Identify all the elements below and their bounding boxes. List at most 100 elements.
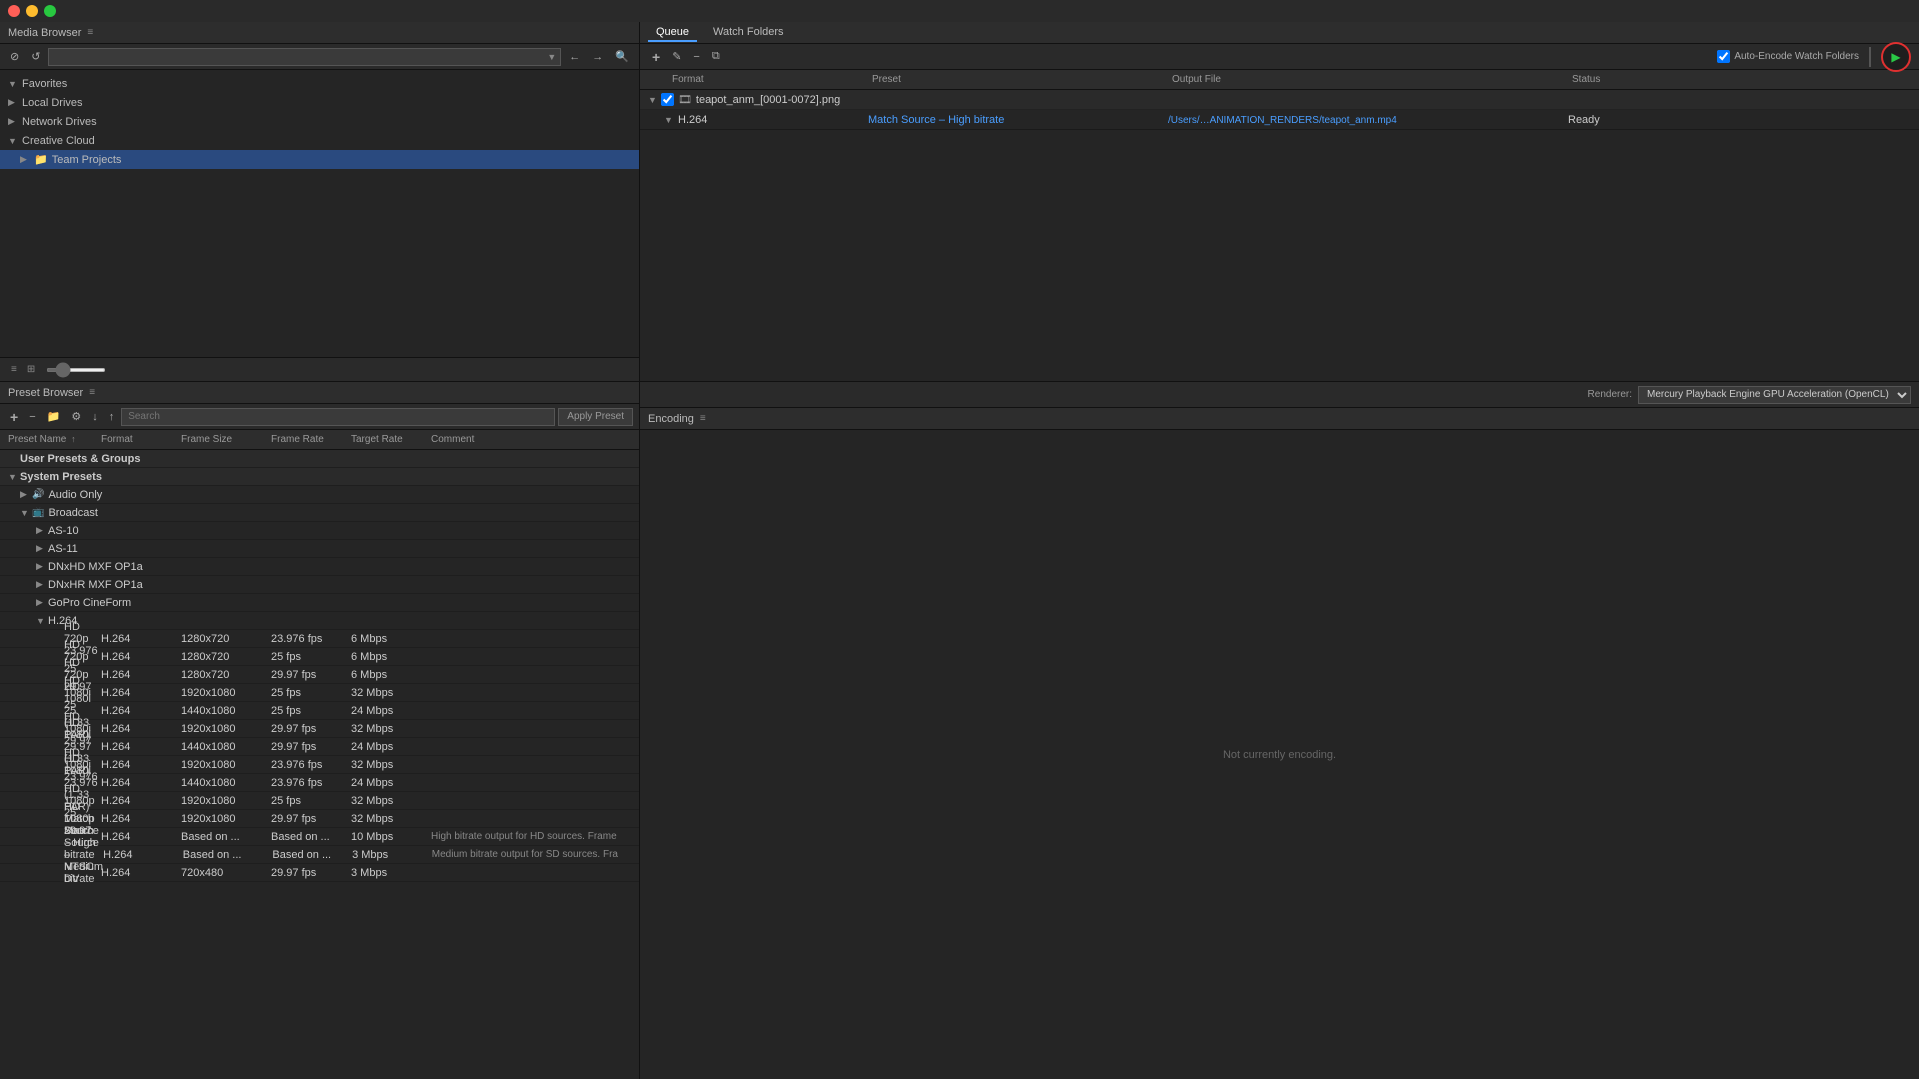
tree-item-team-projects[interactable]: ▶ 📁 Team Projects [0,150,639,169]
preset-browser-header: Preset Browser ≡ [0,382,639,404]
maximize-button[interactable] [44,5,56,17]
media-browser-menu-icon[interactable]: ≡ [87,27,93,38]
encode-button[interactable] [1881,42,1911,72]
chevron-right-icon: ▶ [8,116,20,127]
queue-toolbar-left: + ✎ − ⧉ [648,47,724,67]
chevron-right-icon: ▶ [36,525,48,536]
queue-toolbar: + ✎ − ⧉ Auto-Encode Watch Folders [640,44,1919,70]
tree-item-favorites[interactable]: ▼ Favorites [0,74,639,93]
queue-toolbar-right: Auto-Encode Watch Folders [1717,42,1911,72]
tab-watch-folders[interactable]: Watch Folders [705,24,792,42]
renderer-select[interactable]: Mercury Playback Engine GPU Acceleration… [1638,386,1911,404]
preset-group-as11[interactable]: ▶ AS-11 [0,540,639,558]
encoding-header: Encoding ≡ [640,408,1919,430]
preset-import-button[interactable]: ↓ [88,409,102,425]
chevron-right-icon: ▶ [36,597,48,608]
zoom-slider-container [46,368,106,372]
gopro-label: GoPro CineForm [48,597,631,609]
auto-encode-label[interactable]: Auto-Encode Watch Folders [1717,50,1859,63]
tree-item-creative-cloud[interactable]: ▼ Creative Cloud [0,131,639,150]
preset-link[interactable]: Match Source – High bitrate [868,114,1004,126]
folder-icon: 📁 [34,153,48,166]
output-file-link[interactable]: /Users/…ANIMATION_RENDERS/teapot_anm.mp4 [1168,115,1397,126]
chevron-right-icon: ▶ [36,561,48,572]
nav-forward-button[interactable]: → [588,49,607,65]
sort-arrow-icon: ↑ [71,434,76,444]
preset-search-input[interactable] [121,408,555,426]
col-preset-name-header: Preset Name ↑ [8,434,101,445]
preset-toolbar: + − 📁 ⚙ ↓ ↑ Apply Preset [0,404,639,430]
col-preset-header: Preset [872,74,1172,85]
auto-encode-text: Auto-Encode Watch Folders [1734,51,1859,62]
search-button[interactable]: 🔍 [611,48,633,65]
media-file-tree: ▼ Favorites ▶ Local Drives ▶ Network Dri… [0,70,639,357]
chevron-right-icon: ▶ [20,489,32,500]
auto-encode-checkbox[interactable] [1717,50,1730,63]
path-dropdown[interactable]: ▼ [48,48,561,66]
preset-browser-menu-icon[interactable]: ≡ [89,387,95,398]
encoding-menu-icon[interactable]: ≡ [700,413,706,424]
creative-cloud-label: Creative Cloud [22,135,95,147]
zoom-slider[interactable] [46,368,106,372]
queue-filename: teapot_anm_[0001-0072].png [696,94,840,106]
refresh-button[interactable]: ↺ [27,48,44,65]
close-button[interactable] [8,5,20,17]
queue-list: ▼ 🎞 teapot_anm_[0001-0072].png ▼ H.264 M… [640,90,1919,381]
h264-label: H.264 [48,615,631,627]
file-icon: 🎞 [678,93,692,106]
preset-group-audio-only[interactable]: ▶ 🔊 Audio Only [0,486,639,504]
sub-output: /Users/…ANIMATION_RENDERS/teapot_anm.mp4 [1168,114,1568,126]
as11-label: AS-11 [48,543,631,555]
preset-browser-panel: Preset Browser ≡ + − 📁 ⚙ ↓ ↑ Apply Prese… [0,382,640,1079]
preset-ntsc-dv[interactable]: NTSC DV H.264 720x480 29.97 fps 3 Mbps [0,864,639,882]
network-drives-label: Network Drives [22,116,97,128]
preset-group-button[interactable]: 📁 [43,408,65,425]
queue-edit-button[interactable]: ✎ [668,48,685,65]
preset-group-dnxhr[interactable]: ▶ DNxHR MXF OP1a [0,576,639,594]
apply-preset-button[interactable]: Apply Preset [558,408,633,426]
list-view-button[interactable]: ≡ [8,362,20,377]
nav-back-button[interactable]: ← [565,49,584,65]
minimize-button[interactable] [26,5,38,17]
media-browser-title: Media Browser [8,27,81,39]
preset-group-user-presets[interactable]: User Presets & Groups [0,450,639,468]
audio-only-label: Audio Only [48,489,631,501]
preset-group-broadcast[interactable]: ▼ 📺 Broadcast [0,504,639,522]
title-bar [0,0,1919,22]
queue-add-button[interactable]: + [648,47,664,67]
queue-panel: Queue Watch Folders + ✎ − ⧉ Auto-Encode … [640,22,1919,381]
chevron-down-icon: ▼ [8,79,20,89]
preset-group-gopro[interactable]: ▶ GoPro CineForm [0,594,639,612]
team-projects-label: Team Projects [52,154,122,166]
queue-duplicate-button[interactable]: ⧉ [708,48,724,65]
filter-button[interactable]: ⊘ [6,48,23,65]
preset-name-ntsc-dv: NTSC DV [64,861,101,885]
preset-settings-button[interactable]: ⚙ [67,408,85,425]
preset-group-system-presets[interactable]: ▼ System Presets [0,468,639,486]
preset-group-as10[interactable]: ▶ AS-10 [0,522,639,540]
favorites-label: Favorites [22,78,67,90]
broadcast-label: Broadcast [48,507,631,519]
preset-columns: Preset Name ↑ Format Frame Size Frame Ra… [0,430,639,450]
right-panel: Renderer: Mercury Playback Engine GPU Ac… [640,382,1919,1079]
queue-item-checkbox[interactable] [661,93,674,106]
encoding-panel: Encoding ≡ Not currently encoding. [640,408,1919,1079]
renderer-bar: Renderer: Mercury Playback Engine GPU Ac… [640,382,1919,408]
chevron-down-icon: ▼ [36,616,48,626]
col-framesize-header: Frame Size [181,434,271,445]
preset-export-button[interactable]: ↑ [105,409,119,425]
preset-remove-button[interactable]: − [25,409,39,425]
sub-preset: Match Source – High bitrate [868,114,1168,126]
media-browser-toolbar: ⊘ ↺ ▼ ← → 🔍 [0,44,639,70]
tree-item-network-drives[interactable]: ▶ Network Drives [0,112,639,131]
preset-add-button[interactable]: + [6,407,22,427]
media-bottom-bar: ≡ ⊞ [0,357,639,381]
chevron-down-icon: ▼ [664,115,674,125]
tree-item-local-drives[interactable]: ▶ Local Drives [0,93,639,112]
col-comment-header: Comment [431,434,631,445]
grid-view-button[interactable]: ⊞ [24,362,38,377]
queue-row-main[interactable]: ▼ 🎞 teapot_anm_[0001-0072].png [640,90,1919,110]
tab-queue[interactable]: Queue [648,24,697,42]
preset-group-dnxhd[interactable]: ▶ DNxHD MXF OP1a [0,558,639,576]
queue-remove-button[interactable]: − [689,49,703,65]
